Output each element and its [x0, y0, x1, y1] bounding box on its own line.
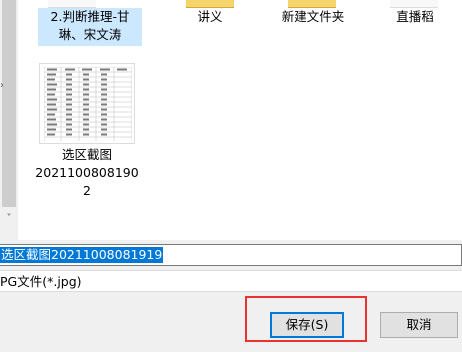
filename-input[interactable]: 选区截图20211008081919	[0, 244, 462, 266]
filetype-select[interactable]: PG文件(*.jpg)	[0, 270, 462, 292]
file-item-folder-new[interactable]: 新建文件夹	[268, 8, 358, 28]
file-item-folder-jiangyi[interactable]: 讲义	[168, 8, 252, 28]
save-dialog: › ˅ 2.判断推理-甘 琳、宋文涛 讲义 新建文件夹 直播稻 选区截图 202…	[0, 0, 462, 352]
cancel-button[interactable]: 取消	[380, 312, 458, 338]
file-item-screenshot[interactable]: 选区截图 2021100808190 2	[35, 146, 139, 202]
scroll-down-arrow-icon[interactable]: ˅	[4, 214, 14, 224]
filename-selected-text[interactable]: 选区截图20211008081919	[0, 247, 164, 263]
folder-icon	[390, 0, 438, 8]
filetype-value: PG文件(*.jpg)	[0, 274, 82, 289]
image-thumbnail[interactable]	[39, 63, 135, 144]
file-item-folder-panduan[interactable]: 2.判断推理-甘 琳、宋文涛	[38, 8, 142, 46]
annotation-highlight-box	[245, 296, 367, 342]
left-scrollbar[interactable]: › ˅	[0, 0, 18, 240]
file-list: 2.判断推理-甘 琳、宋文涛 讲义 新建文件夹 直播稻 选区截图 2021100…	[18, 0, 462, 240]
folder-icon	[186, 0, 234, 8]
scroll-indicator: ›	[0, 80, 4, 91]
table-preview-icon	[44, 67, 132, 141]
file-item-folder-zhibo[interactable]: 直播稻	[373, 8, 457, 28]
scrollbar-thumb[interactable]	[2, 0, 16, 207]
folder-icon	[48, 0, 96, 8]
folder-icon	[288, 0, 336, 8]
